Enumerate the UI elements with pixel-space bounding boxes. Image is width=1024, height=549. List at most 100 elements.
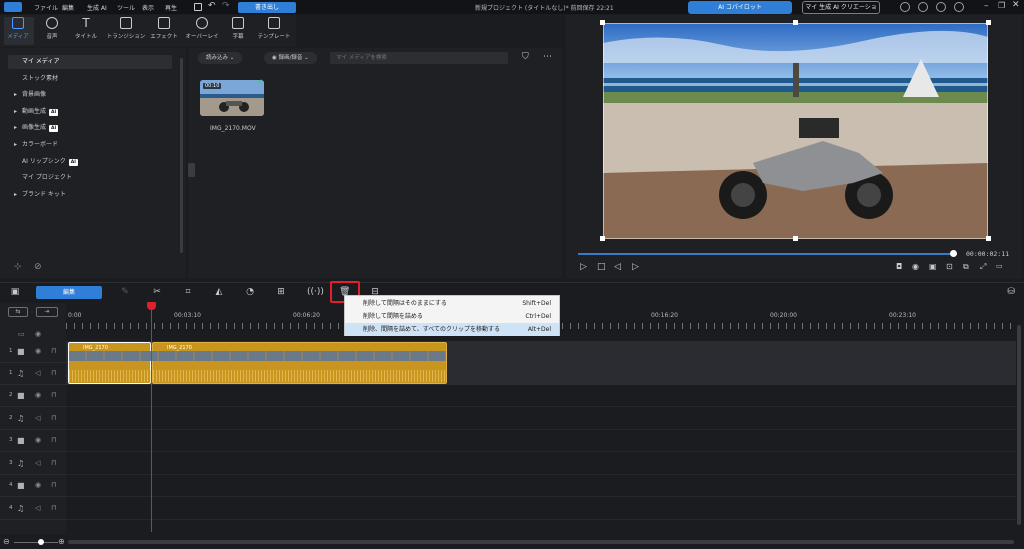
lock-icon[interactable]: ⊓ [51,481,56,489]
more-options-icon[interactable]: ⋯ [543,52,552,62]
expand-icon[interactable]: ▸ [14,138,17,152]
media-toggle-icon[interactable]: ▣ [10,287,20,297]
lock-icon[interactable]: ⊓ [51,414,56,422]
undo-icon[interactable]: ↶ [208,1,216,11]
record-button[interactable]: ◉ 録画/録音 ⌄ [264,52,317,64]
resize-handle-t[interactable] [793,20,798,25]
tab-effect[interactable]: エフェクト [144,17,184,40]
sidebar-item[interactable]: ▸ 画像生成 AI [8,121,172,135]
resize-handle-tl[interactable] [600,20,605,25]
menu-view[interactable]: 表示 [142,3,154,12]
mute-icon[interactable]: ◁ [35,459,40,467]
visibility-icon[interactable]: ◉ [35,436,41,444]
track-header[interactable]: 3 ♫ ◁ ⊓ [0,453,66,475]
save-icon[interactable] [194,3,202,11]
track-lane[interactable] [66,453,1016,475]
filter-icon[interactable]: ⛉ [522,52,529,62]
zoom-slider-knob[interactable] [38,539,44,545]
zoom-out-icon[interactable]: ⊖ [3,537,10,546]
tab-overlay[interactable]: オーバーレイ [182,17,222,40]
visibility-icon[interactable]: ◉ [35,481,41,489]
ai-creation-button[interactable]: マイ 生成 AI クリエーション [802,1,880,22]
track-header[interactable]: 1 ♫ ◁ ⊓ [0,363,66,385]
next-frame-icon[interactable]: ▷ [632,262,639,272]
playhead[interactable] [151,303,152,532]
quality-icon[interactable]: ▣ [929,262,937,271]
resize-handle-br[interactable] [986,236,991,241]
visibility-icon[interactable]: ◉ [35,347,41,355]
track-header[interactable]: 2 ■ ◉ ⊓ [0,385,66,407]
zoom-fit-icon[interactable]: ⊡ [946,262,953,271]
lock-icon[interactable]: ⊓ [51,504,56,512]
track-lane[interactable] [66,475,1016,497]
zoom-in-icon[interactable]: ⊕ [58,537,65,546]
account-icon[interactable] [954,2,964,12]
crop-icon[interactable]: ⌗ [183,287,193,297]
lock-icon[interactable]: ⊓ [51,391,56,399]
sidebar-scrollbar[interactable] [180,58,183,253]
expand-icon[interactable]: ▸ [14,105,17,119]
sidebar-item[interactable]: ▸ ブランド キット [8,188,172,202]
track-header[interactable]: 1 ■ ◉ ⊓ [0,341,66,363]
track-all-toggle-icon[interactable]: ▭ [18,330,25,338]
track-lane[interactable] [66,430,1016,452]
track-lane[interactable] [66,385,1016,407]
render-icon[interactable]: ⛁ [1006,287,1016,297]
sidebar-item[interactable]: ▸ 背景画像 [8,88,172,102]
resize-handle-tr[interactable] [986,20,991,25]
tab-subtitle[interactable]: 字幕 [218,17,258,40]
expand-icon[interactable]: ▸ [14,188,17,202]
split-icon[interactable]: ✂ [152,287,162,297]
track-header[interactable]: 4 ■ ◉ ⊓ [0,475,66,497]
export-button[interactable]: 書き出し [238,2,296,13]
ai-copilot-button[interactable]: AI コパイロット [688,1,792,14]
collapse-panel-handle[interactable] [188,163,195,177]
sidebar-item[interactable]: マイ メディア [8,55,172,69]
lock-icon[interactable]: ⊓ [51,347,56,355]
track-header[interactable]: 2 ♫ ◁ ⊓ [0,408,66,430]
lock-icon[interactable]: ⊓ [51,459,56,467]
mute-icon[interactable]: ◁ [35,504,40,512]
zoom-slider[interactable] [14,542,58,543]
mute-icon[interactable]: ◁ [35,414,40,422]
mute-icon[interactable]: ◁ [35,369,40,377]
play-icon[interactable]: ▷ [580,262,587,272]
menu-edit[interactable]: 編集 [62,3,74,12]
lock-icon[interactable]: ⊓ [51,369,56,377]
external-view-icon[interactable]: ⧉ [963,262,969,272]
track-all-eye-icon[interactable]: ◉ [35,330,41,338]
restore-icon[interactable]: ❐ [998,1,1005,10]
speed-icon[interactable]: ◔ [245,287,255,297]
flip-icon[interactable]: ◭ [214,287,224,297]
tab-transition[interactable]: トランジション [106,17,146,40]
aspect-ratio-icon[interactable]: ▭ [996,262,1003,270]
timeline-vertical-scrollbar[interactable] [1017,325,1021,525]
sidebar-item[interactable]: ストック素材 [8,72,172,86]
menu-gen-ai[interactable]: 生成 AI [87,3,107,12]
track-header[interactable]: 3 ■ ◉ ⊓ [0,430,66,452]
edit-button[interactable]: 編集 [36,286,102,299]
minimize-icon[interactable]: – [984,1,989,11]
stop-icon[interactable]: □ [597,262,606,272]
sidebar-item[interactable]: ▸ 動画生成 AI [8,105,172,119]
track-header[interactable]: 4 ♫ ◁ ⊓ [0,498,66,520]
keyframe-icon[interactable]: ⊞ [276,287,286,297]
menu-delete-ripple-all[interactable]: 削除、間隔を詰めて、すべてのクリップを移動する Alt+Del [345,323,559,336]
pen-icon[interactable]: ✎ [120,287,130,297]
redo-icon[interactable]: ↷ [222,1,230,11]
resize-handle-b[interactable] [793,236,798,241]
media-search-input[interactable] [330,52,508,64]
volume-icon[interactable]: ◉ [912,262,919,271]
add-track-icon[interactable]: ⇆ [8,307,28,317]
snap-icon[interactable]: ⇥ [36,307,58,317]
audio-icon[interactable]: ((·)) [307,287,324,297]
menu-delete-close-gap[interactable]: 削除して間隔を詰める Ctrl+Del [345,310,559,323]
menu-play[interactable]: 再生 [165,3,177,12]
expand-icon[interactable]: ▸ [14,88,17,102]
close-icon[interactable]: ✕ [1012,0,1020,10]
menu-file[interactable]: ファイル [34,3,58,12]
sidebar-item[interactable]: ▸ カラーボード [8,138,172,152]
tab-title[interactable]: T タイトル [66,17,106,40]
prev-frame-icon[interactable]: ◁ [614,262,621,272]
notification-icon[interactable] [936,2,946,12]
